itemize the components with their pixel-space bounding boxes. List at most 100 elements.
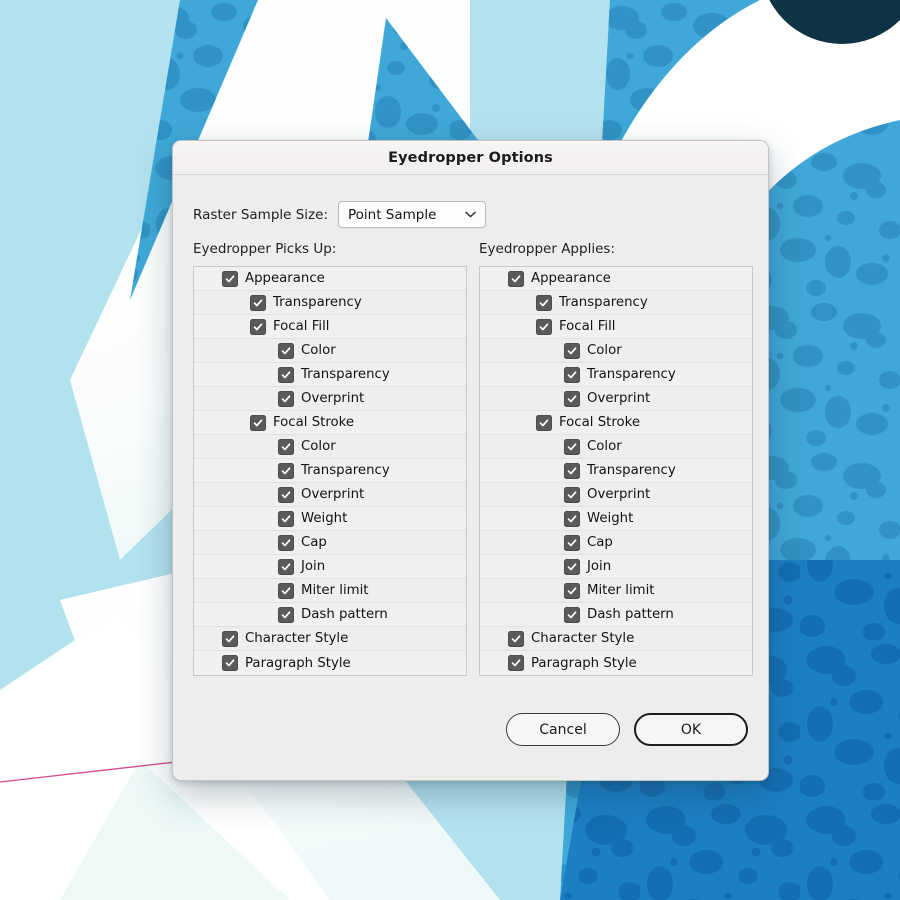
list-item-label: Overprint xyxy=(587,391,651,406)
list-item-label: Color xyxy=(301,439,336,454)
checkbox-checked-icon[interactable] xyxy=(564,534,580,551)
checkbox-checked-icon[interactable] xyxy=(250,294,266,311)
list-item[interactable]: Cap xyxy=(194,531,466,555)
checkbox-checked-icon[interactable] xyxy=(278,342,294,359)
list-item-label: Color xyxy=(301,343,336,358)
list-item[interactable]: Miter limit xyxy=(480,579,752,603)
checkbox-checked-icon[interactable] xyxy=(250,414,266,431)
checkbox-checked-icon[interactable] xyxy=(536,294,552,311)
ok-button[interactable]: OK xyxy=(634,713,748,746)
list-item-label: Overprint xyxy=(301,391,365,406)
checkbox-checked-icon[interactable] xyxy=(222,630,238,647)
list-item-label: Overprint xyxy=(587,487,651,502)
checkbox-checked-icon[interactable] xyxy=(508,630,524,647)
checkbox-checked-icon[interactable] xyxy=(536,318,552,335)
checkbox-checked-icon[interactable] xyxy=(278,510,294,527)
picks-up-list[interactable]: Appearance Transparency Focal Fill Color Tra… xyxy=(193,266,467,676)
raster-sample-size-row: Raster Sample Size: Point Sample xyxy=(193,201,486,228)
list-item[interactable]: Join xyxy=(194,555,466,579)
list-item-label: Transparency xyxy=(587,463,676,478)
checkbox-checked-icon[interactable] xyxy=(278,582,294,599)
list-item-label: Miter limit xyxy=(301,583,369,598)
list-item-label: Miter limit xyxy=(587,583,655,598)
checkbox-checked-icon[interactable] xyxy=(278,558,294,575)
checkbox-checked-icon[interactable] xyxy=(564,582,580,599)
list-item[interactable]: Color xyxy=(194,435,466,459)
chevron-down-icon xyxy=(459,211,485,218)
checkbox-checked-icon[interactable] xyxy=(564,390,580,407)
list-item[interactable]: Focal Stroke xyxy=(194,411,466,435)
checkbox-checked-icon[interactable] xyxy=(278,534,294,551)
list-item[interactable]: Overprint xyxy=(480,483,752,507)
list-item-label: Appearance xyxy=(531,271,611,286)
list-item[interactable]: Dash pattern xyxy=(480,603,752,627)
list-item-label: Character Style xyxy=(245,631,349,646)
dialog-button-row: Cancel OK xyxy=(506,713,748,746)
list-item[interactable]: Color xyxy=(480,339,752,363)
list-item[interactable]: Character Style xyxy=(194,627,466,651)
list-item-label: Cap xyxy=(301,535,327,550)
list-item-label: Transparency xyxy=(559,295,648,310)
list-item-label: Transparency xyxy=(587,367,676,382)
list-item[interactable]: Transparency xyxy=(480,291,752,315)
list-item[interactable]: Overprint xyxy=(480,387,752,411)
cancel-button[interactable]: Cancel xyxy=(506,713,620,746)
list-item[interactable]: Dash pattern xyxy=(194,603,466,627)
list-item-label: Weight xyxy=(301,511,348,526)
list-item[interactable]: Focal Fill xyxy=(194,315,466,339)
list-item[interactable]: Paragraph Style xyxy=(480,651,752,675)
checkbox-checked-icon[interactable] xyxy=(278,438,294,455)
checkbox-checked-icon[interactable] xyxy=(564,486,580,503)
checkbox-checked-icon[interactable] xyxy=(508,270,524,287)
raster-sample-size-label: Raster Sample Size: xyxy=(193,206,328,223)
list-item[interactable]: Appearance xyxy=(194,267,466,291)
list-item-label: Join xyxy=(587,559,612,574)
checkbox-checked-icon[interactable] xyxy=(222,655,238,671)
list-item-label: Color xyxy=(587,343,622,358)
list-item[interactable]: Focal Fill xyxy=(480,315,752,339)
checkbox-checked-icon[interactable] xyxy=(222,270,238,287)
raster-sample-size-value: Point Sample xyxy=(348,206,437,223)
list-item[interactable]: Transparency xyxy=(194,363,466,387)
list-item[interactable]: Paragraph Style xyxy=(194,651,466,675)
list-item[interactable]: Overprint xyxy=(194,387,466,411)
checkbox-checked-icon[interactable] xyxy=(564,366,580,383)
list-item[interactable]: Weight xyxy=(480,507,752,531)
list-item-label: Focal Stroke xyxy=(273,415,355,430)
list-item[interactable]: Focal Stroke xyxy=(480,411,752,435)
checkbox-checked-icon[interactable] xyxy=(508,655,524,671)
checkbox-checked-icon[interactable] xyxy=(564,462,580,479)
checkbox-checked-icon[interactable] xyxy=(564,558,580,575)
checkbox-checked-icon[interactable] xyxy=(278,606,294,623)
list-item-label: Paragraph Style xyxy=(531,655,637,671)
checkbox-checked-icon[interactable] xyxy=(564,510,580,527)
list-item[interactable]: Weight xyxy=(194,507,466,531)
list-item-label: Character Style xyxy=(531,631,635,646)
list-item[interactable]: Cap xyxy=(480,531,752,555)
list-item[interactable]: Transparency xyxy=(194,291,466,315)
list-item[interactable]: Character Style xyxy=(480,627,752,651)
list-item[interactable]: Transparency xyxy=(480,363,752,387)
dialog-title: Eyedropper Options xyxy=(388,149,553,166)
list-item[interactable]: Join xyxy=(480,555,752,579)
list-item[interactable]: Overprint xyxy=(194,483,466,507)
list-item[interactable]: Miter limit xyxy=(194,579,466,603)
checkbox-checked-icon[interactable] xyxy=(564,606,580,623)
list-item[interactable]: Transparency xyxy=(480,459,752,483)
raster-sample-size-select[interactable]: Point Sample xyxy=(338,201,486,228)
checkbox-checked-icon[interactable] xyxy=(278,462,294,479)
checkbox-checked-icon[interactable] xyxy=(278,390,294,407)
screen: Eyedropper Options Raster Sample Size: P… xyxy=(0,0,900,900)
applies-list[interactable]: Appearance Transparency Focal Fill Color Tra… xyxy=(479,266,753,676)
checkbox-checked-icon[interactable] xyxy=(278,366,294,383)
checkbox-checked-icon[interactable] xyxy=(536,414,552,431)
list-item[interactable]: Transparency xyxy=(194,459,466,483)
list-item[interactable]: Color xyxy=(480,435,752,459)
checkbox-checked-icon[interactable] xyxy=(250,318,266,335)
list-item[interactable]: Color xyxy=(194,339,466,363)
checkbox-checked-icon[interactable] xyxy=(278,486,294,503)
checkbox-checked-icon[interactable] xyxy=(564,438,580,455)
list-item-label: Overprint xyxy=(301,487,365,502)
checkbox-checked-icon[interactable] xyxy=(564,342,580,359)
list-item[interactable]: Appearance xyxy=(480,267,752,291)
